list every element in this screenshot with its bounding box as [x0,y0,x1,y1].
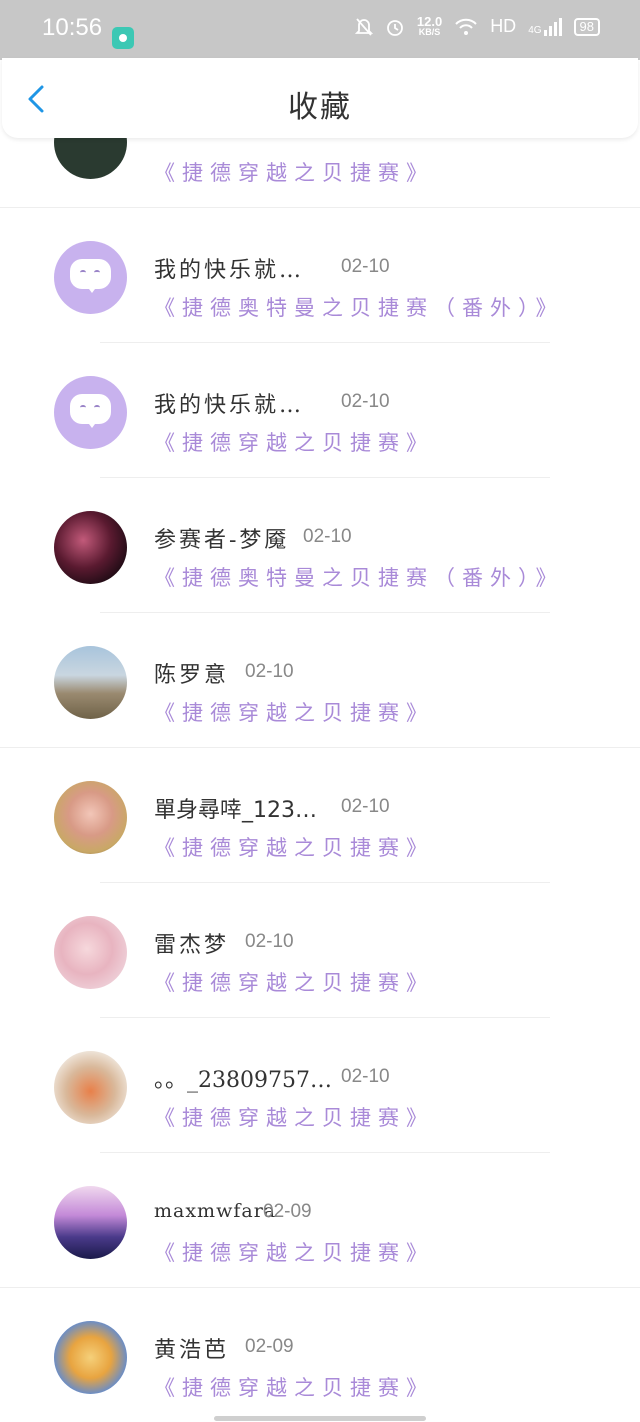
avatar [54,646,127,719]
user-name: 。。_23809757… [154,1068,332,1093]
book-title[interactable]: 《捷德奥特曼之贝捷赛（番外）》 [154,292,564,322]
post-date: 02-10 [245,661,294,682]
status-icons: 12.0 KB/S HD 4G 98 [354,13,600,37]
post-date: 02-10 [245,931,294,952]
status-bar: 10:56 12.0 KB/S HD 4G 98 [0,0,640,60]
wifi-icon [455,18,477,35]
book-title[interactable]: 《捷德穿越之贝捷赛》 [154,832,434,862]
page-title: 收藏 [288,90,352,125]
user-name: 参赛者-梦魇 [154,528,290,553]
book-title[interactable]: 《捷德穿越之贝捷赛》 [154,427,434,457]
user-name: 雷杰梦 [154,933,230,958]
chat-bubble-icon [70,259,111,293]
user-name: 我的快乐就… [154,258,305,283]
home-indicator[interactable] [214,1416,426,1421]
book-title[interactable]: 《捷德奥特曼之贝捷赛（番外）》 [154,562,564,592]
book-title[interactable]: 《捷德穿越之贝捷赛》 [154,1237,434,1267]
avatar [54,376,127,449]
user-name: 黄浩芭 [154,1338,230,1363]
signal-bars-icon [543,17,562,36]
app-notification-icon [112,27,134,49]
post-date: 02-10 [341,796,390,817]
app-header: 收藏 [2,58,638,138]
avatar [54,138,127,179]
post-date: 02-10 [303,526,352,547]
avatar [54,781,127,854]
list-item[interactable]: maxmwfara 02-09 《捷德穿越之贝捷赛》 [0,1153,640,1288]
list-item[interactable]: 單身尋啈_123… 02-10 《捷德穿越之贝捷赛》 [0,748,640,883]
network-speed: 12.0 KB/S [416,13,443,37]
list-item[interactable]: 《捷德穿越之贝捷赛》 [0,138,640,208]
avatar [54,916,127,989]
post-date: 02-10 [341,391,390,412]
cellular-signal: 4G [528,17,562,36]
status-time: 10:56 [42,14,103,41]
user-name: 單身尋啈_123… [154,798,317,823]
avatar [54,511,127,584]
user-name: 我的快乐就… [154,393,305,418]
favorites-list[interactable]: 《捷德穿越之贝捷赛》 我的快乐就… 02-10 《捷德奥特曼之贝捷赛（番外）》 … [0,138,640,1422]
user-name: 陈罗意 [154,663,230,688]
avatar [54,241,127,314]
post-date: 02-10 [341,256,390,277]
battery-icon: 98 [573,17,600,36]
list-item[interactable]: 黄浩芭 02-09 《捷德穿越之贝捷赛》 [0,1288,640,1422]
post-date: 02-09 [245,1336,294,1357]
list-item[interactable]: 陈罗意 02-10 《捷德穿越之贝捷赛》 [0,613,640,748]
book-title[interactable]: 《捷德穿越之贝捷赛》 [154,1372,434,1402]
list-item[interactable]: 参赛者-梦魇 02-10 《捷德奥特曼之贝捷赛（番外）》 [0,478,640,613]
user-name: maxmwfara [154,1200,277,1222]
list-item[interactable]: 我的快乐就… 02-10 《捷德奥特曼之贝捷赛（番外）》 [0,208,640,343]
list-item[interactable]: 。。_23809757… 02-10 《捷德穿越之贝捷赛》 [0,1018,640,1153]
book-title[interactable]: 《捷德穿越之贝捷赛》 [154,967,434,997]
list-item[interactable]: 我的快乐就… 02-10 《捷德穿越之贝捷赛》 [0,343,640,478]
avatar [54,1186,127,1259]
avatar [54,1321,127,1394]
post-date: 02-09 [263,1201,312,1222]
hd-indicator: HD [490,16,517,36]
alarm-icon [386,19,403,36]
book-title[interactable]: 《捷德穿越之贝捷赛》 [154,1102,434,1132]
book-title[interactable]: 《捷德穿越之贝捷赛》 [154,157,434,187]
avatar [54,1051,127,1124]
chat-bubble-icon [70,394,111,428]
mute-bell-icon [354,17,373,36]
list-item[interactable]: 雷杰梦 02-10 《捷德穿越之贝捷赛》 [0,883,640,1018]
post-date: 02-10 [341,1066,390,1087]
book-title[interactable]: 《捷德穿越之贝捷赛》 [154,697,434,727]
